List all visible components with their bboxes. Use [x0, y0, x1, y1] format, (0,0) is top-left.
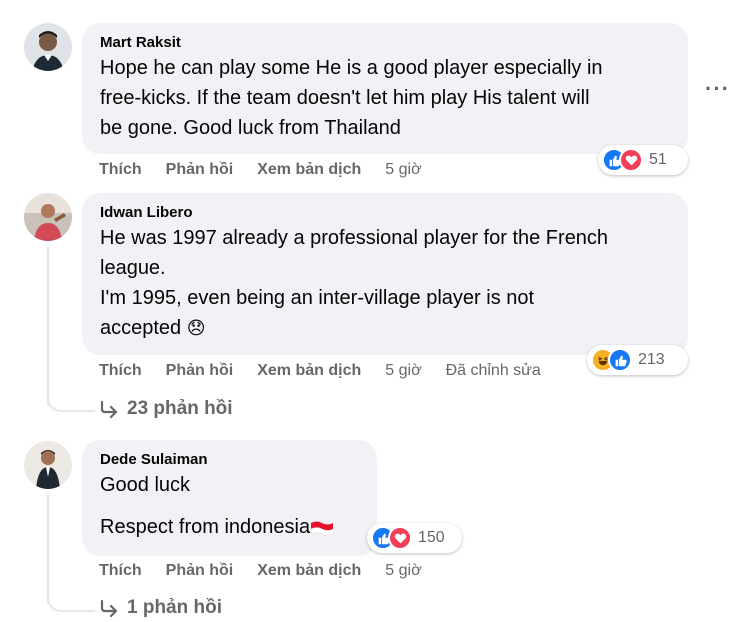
reaction-count: 213 — [638, 351, 665, 368]
replies-count-label: 23 phản hồi — [127, 398, 233, 419]
comment-text-line: He was 1997 already a professional playe… — [100, 227, 609, 249]
comment-bubble: Idwan Libero He was 1997 already a profe… — [82, 193, 688, 355]
comment-author[interactable]: Idwan Libero — [100, 203, 670, 223]
comment-actions: Thích Phản hồi Xem bản dịch 5 giờ — [99, 562, 446, 580]
comment-text-line: be gone. Good luck from Thailand — [100, 117, 401, 139]
reply-button[interactable]: Phản hồi — [166, 161, 234, 179]
timestamp[interactable]: 5 giờ — [385, 362, 421, 380]
comment-author[interactable]: Dede Sulaiman — [100, 450, 359, 470]
translate-button[interactable]: Xem bản dịch — [257, 161, 361, 179]
thread-line — [47, 380, 95, 412]
view-replies-button[interactable]: 1 phản hồi — [99, 597, 222, 619]
comment-text-line: free-kicks. If the team doesn't let him … — [100, 87, 590, 109]
comment-actions: Thích Phản hồi Xem bản dịch 5 giờ — [99, 161, 446, 179]
comment-actions: Thích Phản hồi Xem bản dịch 5 giờ Đã chỉ… — [99, 362, 541, 380]
comment-text-line: Hope he can play some He is a good playe… — [100, 57, 603, 79]
avatar[interactable] — [24, 193, 72, 241]
like-button[interactable]: Thích — [99, 161, 142, 179]
reaction-count: 150 — [418, 529, 445, 546]
comment-text-line: Respect from indonesia — [100, 516, 311, 538]
reaction-count: 51 — [649, 151, 667, 168]
timestamp[interactable]: 5 giờ — [385, 161, 421, 179]
comment-text-line: accepted 😞 — [100, 313, 670, 343]
reaction-summary[interactable]: 51 — [598, 145, 688, 175]
reply-button[interactable]: Phản hồi — [166, 362, 234, 380]
reply-button[interactable]: Phản hồi — [166, 562, 234, 580]
indonesia-flag-icon — [310, 521, 334, 536]
comment-text-line: accepted — [100, 317, 182, 339]
translate-button[interactable]: Xem bản dịch — [257, 562, 361, 580]
comment-text-line: Good luck — [100, 474, 191, 496]
view-replies-button[interactable]: 23 phản hồi — [99, 398, 233, 420]
love-icon — [619, 148, 643, 172]
comment-text-line: I'm 1995, even being an inter-village pl… — [100, 287, 535, 309]
translate-button[interactable]: Xem bản dịch — [257, 362, 361, 380]
comment-text-line: league. — [100, 257, 166, 279]
thread-line — [47, 580, 95, 612]
disappointed-emoji: 😞 — [186, 318, 206, 338]
comment-text-line: Respect from indonesia — [100, 512, 359, 542]
reply-arrow-icon — [100, 400, 118, 418]
replies-count-label: 1 phản hồi — [127, 597, 222, 618]
comment-bubble: Dede Sulaiman Good luck Respect from ind… — [82, 440, 377, 556]
comment-bubble: Mart Raksit Hope he can play some He is … — [82, 23, 688, 154]
like-icon — [608, 348, 632, 372]
timestamp[interactable]: 5 giờ — [385, 562, 421, 580]
like-button[interactable]: Thích — [99, 362, 142, 380]
more-options-icon[interactable]: ··· — [705, 76, 730, 102]
avatar[interactable] — [24, 441, 72, 489]
reaction-summary[interactable]: 213 — [587, 345, 688, 375]
like-button[interactable]: Thích — [99, 562, 142, 580]
avatar[interactable] — [24, 23, 72, 71]
reply-arrow-icon — [100, 599, 118, 617]
love-icon — [388, 526, 412, 550]
reaction-summary[interactable]: 150 — [367, 523, 462, 553]
comment-author[interactable]: Mart Raksit — [100, 33, 670, 53]
edited-label: Đã chỉnh sửa — [445, 362, 541, 379]
